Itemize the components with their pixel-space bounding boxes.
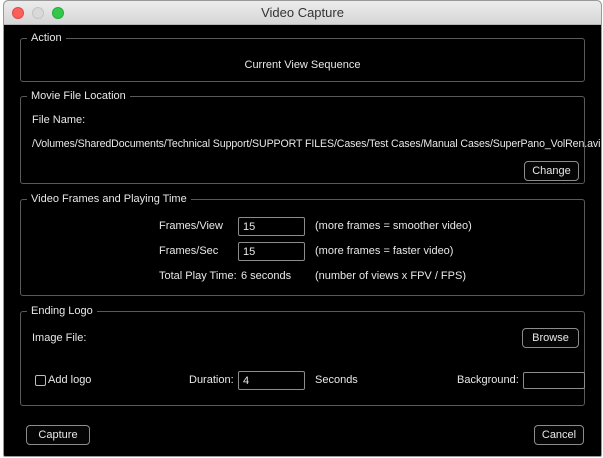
file-path: /Volumes/SharedDocuments/Technical Suppo… (32, 138, 601, 150)
total-play-time-label: Total Play Time: (159, 270, 237, 282)
action-group: Action (20, 32, 585, 82)
capture-button[interactable]: Capture (26, 425, 90, 445)
action-value: Current View Sequence (244, 59, 361, 71)
change-button[interactable]: Change (524, 161, 579, 181)
frames-per-view-input[interactable] (238, 217, 305, 236)
total-play-time-value: 6 seconds (241, 270, 292, 282)
image-file-label: Image File: (32, 332, 87, 344)
ending-logo-legend: Ending Logo (31, 305, 93, 317)
title-bar: Video Capture (4, 1, 601, 25)
movie-file-location-legend: Movie File Location (31, 90, 126, 102)
frames-per-view-label: Frames/View (159, 220, 223, 232)
ending-logo-group: Ending Logo (20, 305, 585, 406)
add-logo-checkbox[interactable] (35, 375, 46, 386)
duration-input[interactable] (238, 371, 305, 390)
frames-per-view-hint: (more frames = smoother video) (315, 220, 472, 232)
video-frames-legend: Video Frames and Playing Time (31, 193, 187, 205)
background-color-swatch[interactable] (523, 372, 585, 389)
browse-button[interactable]: Browse (522, 328, 579, 348)
cancel-button[interactable]: Cancel (534, 425, 584, 445)
background-label: Background: (457, 374, 519, 386)
frames-per-sec-label: Frames/Sec (159, 245, 219, 257)
file-name-label: File Name: (32, 114, 86, 126)
frames-per-sec-input[interactable] (238, 242, 305, 261)
window-title: Video Capture (261, 5, 344, 20)
seconds-label: Seconds (315, 374, 358, 386)
movie-file-location-group: Movie File Location (20, 90, 585, 184)
add-logo-label: Add logo (48, 374, 92, 386)
video-capture-window: Video Capture Action Current View Sequen… (3, 0, 602, 457)
total-play-time-hint: (number of views x FPV / FPS) (315, 270, 466, 282)
action-legend: Action (31, 32, 62, 44)
frames-per-sec-hint: (more frames = faster video) (315, 245, 454, 257)
duration-label: Duration: (189, 374, 234, 386)
